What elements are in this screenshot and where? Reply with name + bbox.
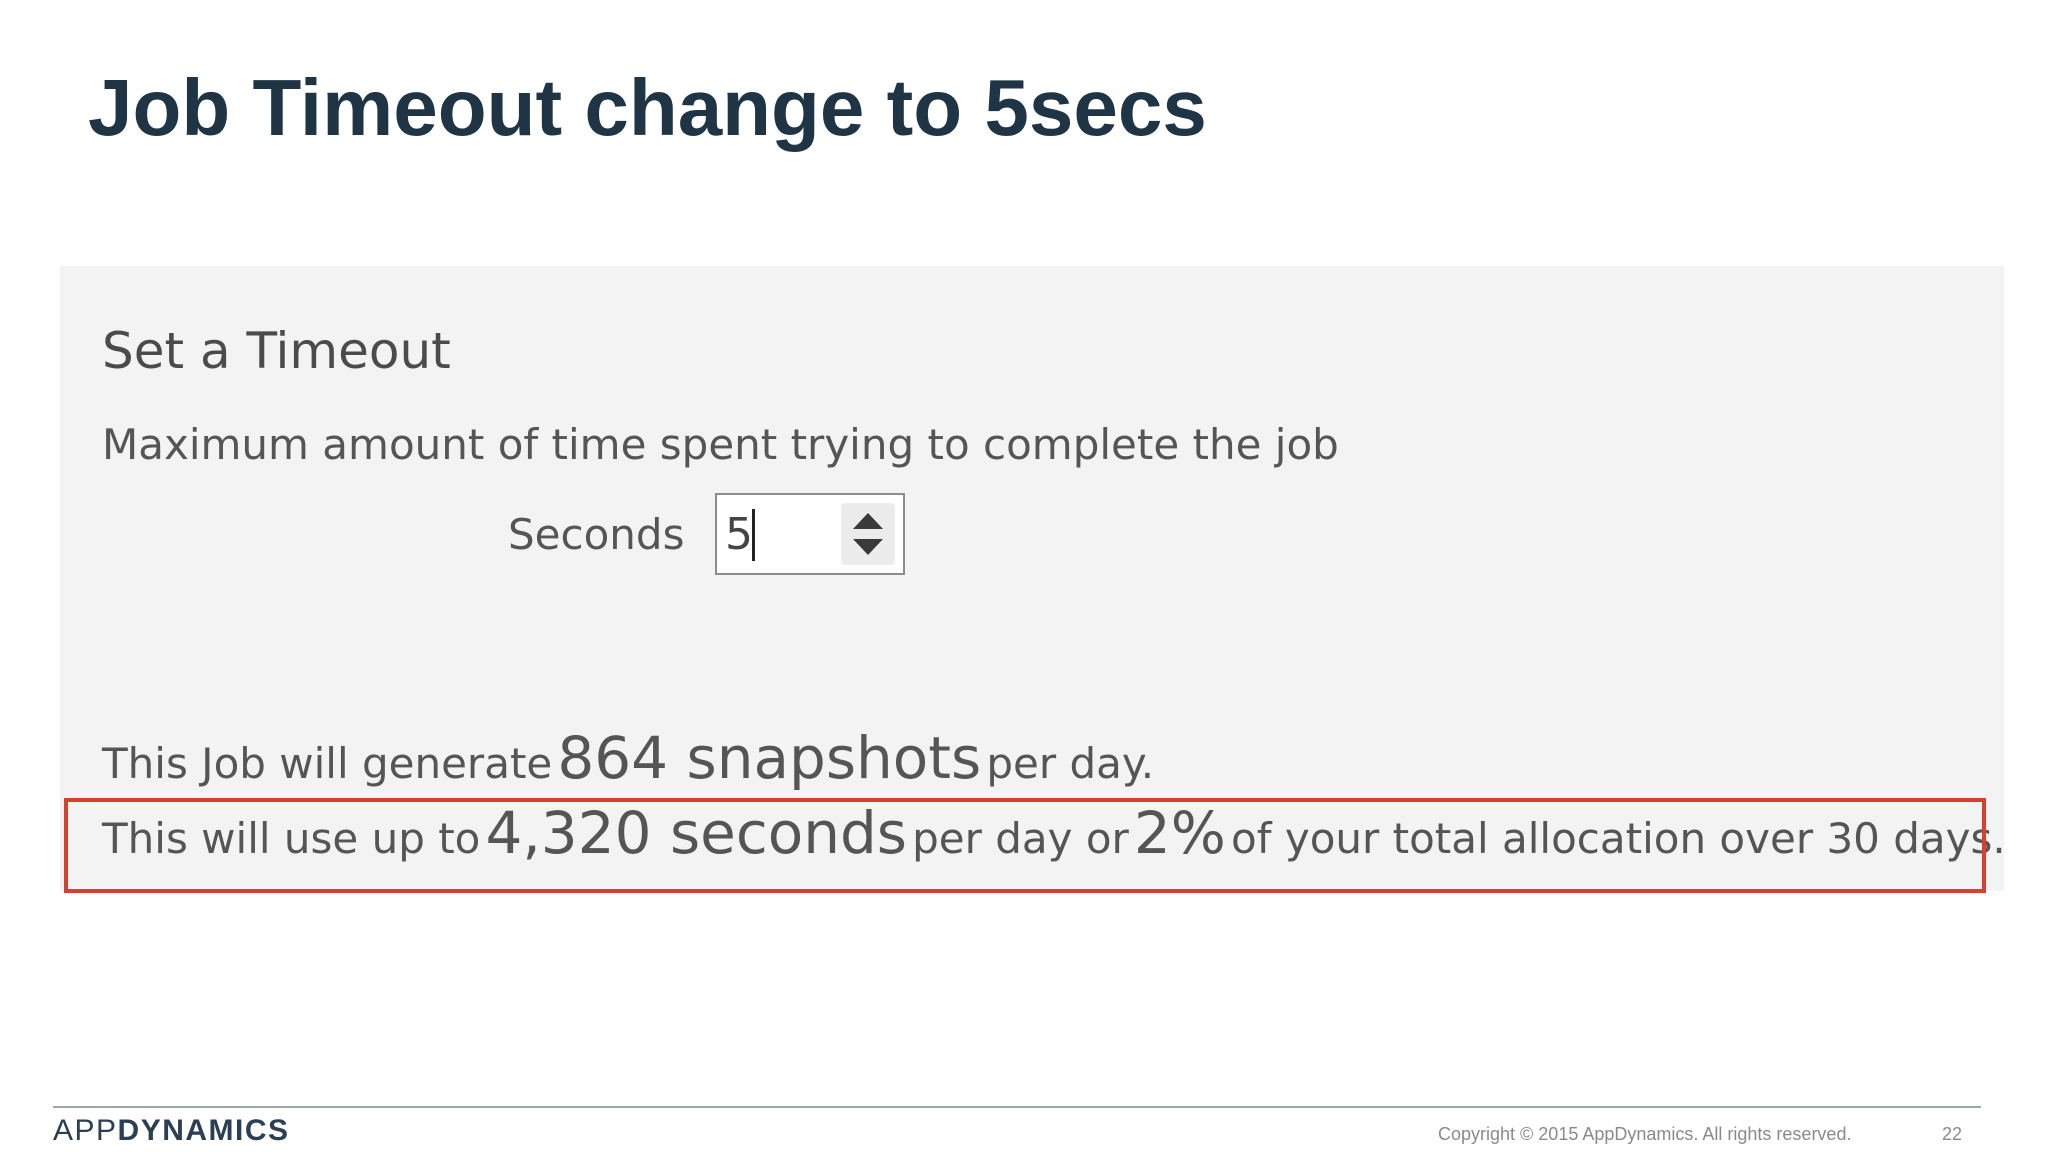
text-caret [752,509,755,561]
logo-light-text: APP [53,1114,118,1147]
slide-title: Job Timeout change to 5secs [88,63,1207,152]
snapshots-summary: This Job will generate 864 snapshots per… [102,724,1154,792]
seconds-label: Seconds [508,510,685,559]
footer-divider [53,1106,1981,1108]
copyright-text: Copyright © 2015 AppDynamics. All rights… [1438,1124,1852,1144]
snapshots-suffix: per day. [986,739,1155,788]
spinner-up-icon[interactable] [853,513,883,529]
snapshots-prefix: This Job will generate [102,739,553,788]
spinner-down-icon[interactable] [853,539,883,555]
panel-heading: Set a Timeout [102,322,451,380]
usage-highlight-box [64,798,1986,893]
stepper-buttons[interactable] [841,503,895,565]
seconds-stepper[interactable]: 5 [715,493,905,575]
panel-description: Maximum amount of time spent trying to c… [102,420,1339,469]
logo-bold-text: DYNAMICS [117,1114,290,1147]
page-number: 22 [1942,1124,1963,1144]
snapshots-count: 864 snapshots [557,724,982,792]
seconds-input[interactable]: 5 [725,509,753,560]
appdynamics-logo: APPDYNAMICS [53,1114,290,1148]
